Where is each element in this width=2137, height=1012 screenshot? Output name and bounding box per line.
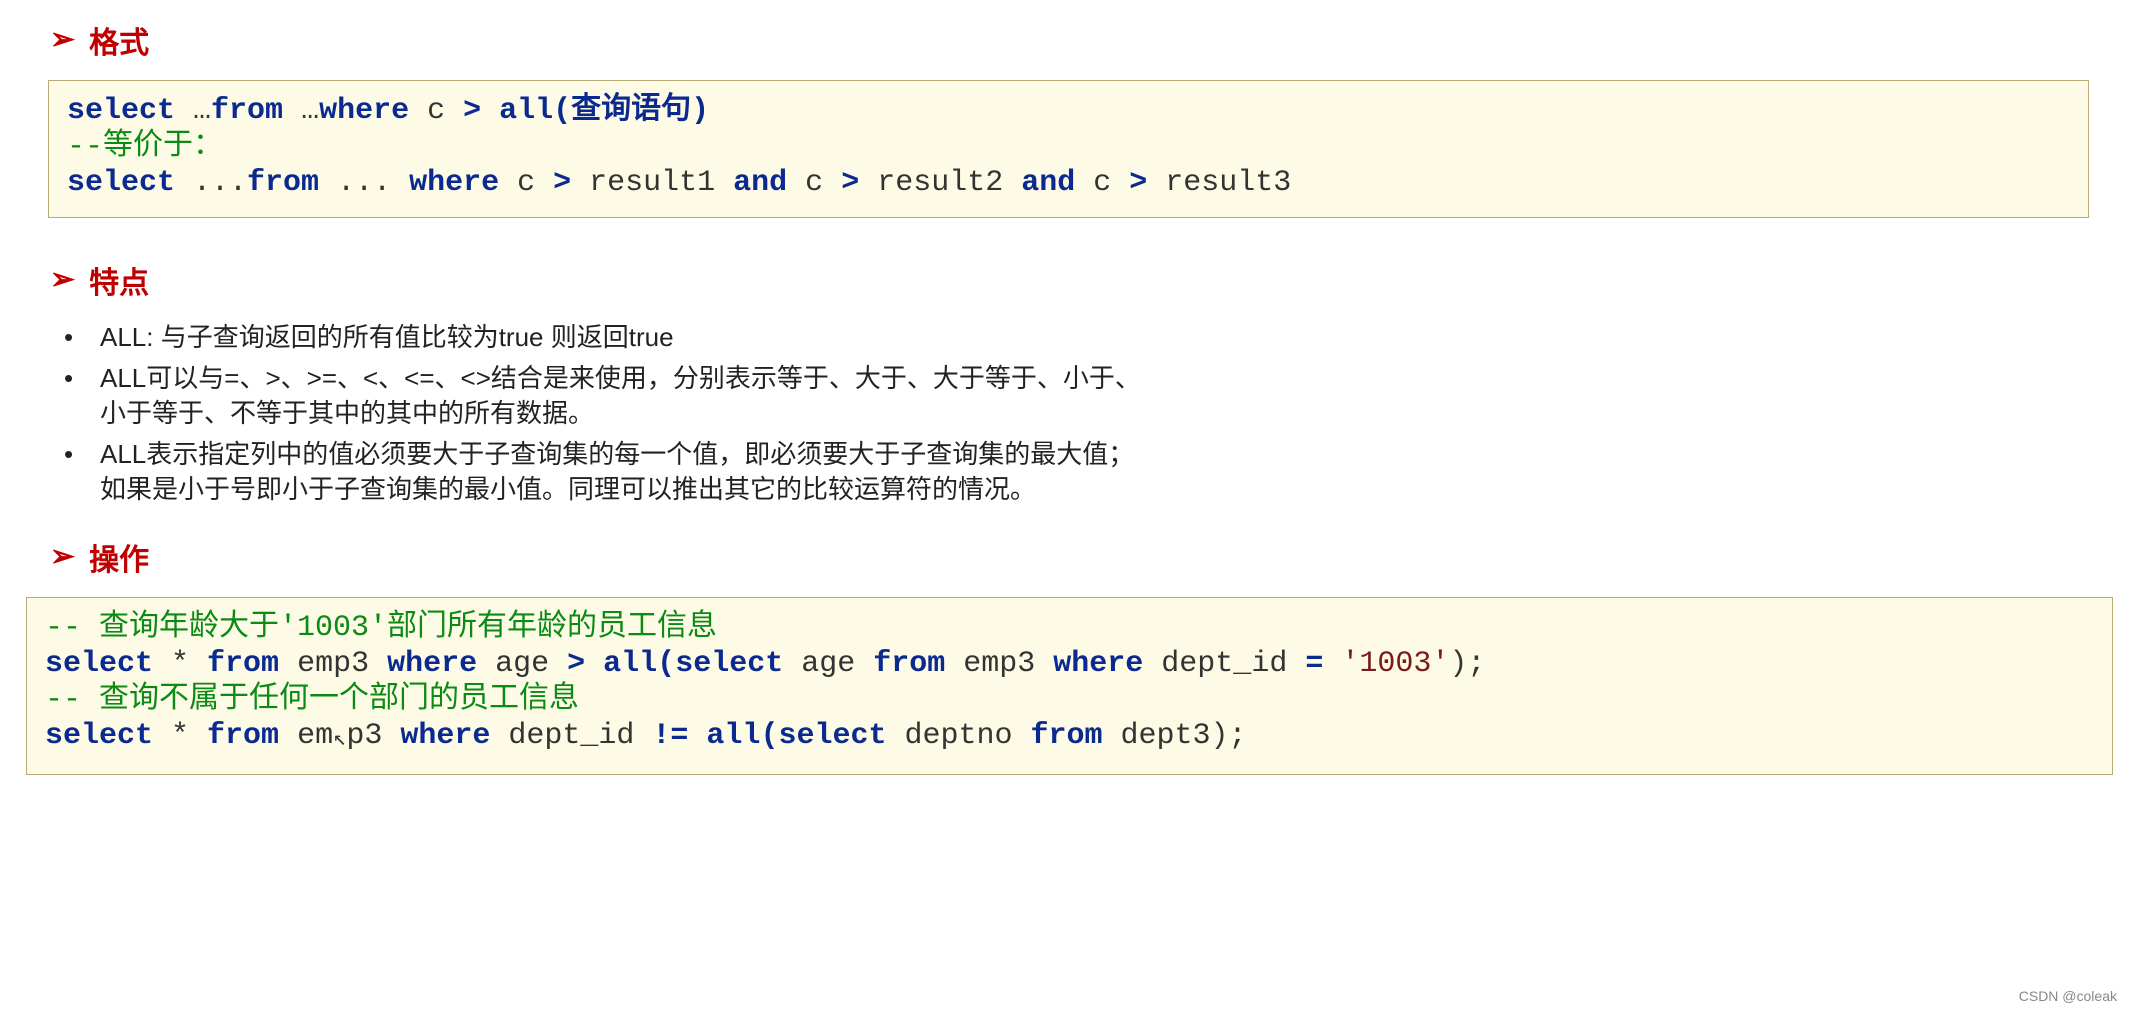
code-line: select * from em↖p3 where dept_id != all…: [45, 718, 2094, 754]
cursor-icon: ↖: [333, 727, 346, 752]
code-comment: -- 查询年龄大于'1003'部门所有年龄的员工信息: [45, 610, 2094, 646]
code-line: select ...from ... where c > result1 and…: [67, 165, 2070, 201]
code-comment: --等价于：: [67, 129, 2070, 165]
bullet-arrow-icon: ➢: [50, 542, 75, 572]
feature-list: ALL: 与子查询返回的所有值比较为true 则返回true ALL可以与=、>…: [62, 320, 2137, 507]
bullet-arrow-icon: ➢: [50, 265, 75, 295]
list-item: ALL表示指定列中的值必须要大于子查询集的每一个值，即必须要大于子查询集的最大值…: [62, 437, 1160, 507]
code-line: select …from …where c > all(查询语句): [67, 93, 2070, 129]
code-block-format: select …from …where c > all(查询语句) --等价于：…: [48, 80, 2089, 218]
section-title-text: 格式: [89, 18, 149, 62]
watermark-text: CSDN @coleak: [2019, 988, 2117, 1004]
bullet-arrow-icon: ➢: [50, 25, 75, 55]
code-line: select * from emp3 where age > all(selec…: [45, 646, 2094, 682]
section-header-operation: ➢ 操作: [50, 535, 2137, 579]
section-header-features: ➢ 特点: [50, 258, 2137, 302]
section-header-format: ➢ 格式: [50, 18, 2137, 62]
list-item: ALL: 与子查询返回的所有值比较为true 则返回true: [62, 320, 1160, 355]
section-title-text: 特点: [89, 258, 149, 302]
code-block-operation: -- 查询年龄大于'1003'部门所有年龄的员工信息 select * from…: [26, 597, 2113, 775]
list-item: ALL可以与=、>、>=、<、<=、<>结合是来使用，分别表示等于、大于、大于等…: [62, 361, 1160, 431]
section-title-text: 操作: [89, 535, 149, 579]
code-comment: -- 查询不属于任何一个部门的员工信息: [45, 682, 2094, 718]
document-page: ➢ 格式 select …from …where c > all(查询语句) -…: [0, 0, 2137, 1012]
